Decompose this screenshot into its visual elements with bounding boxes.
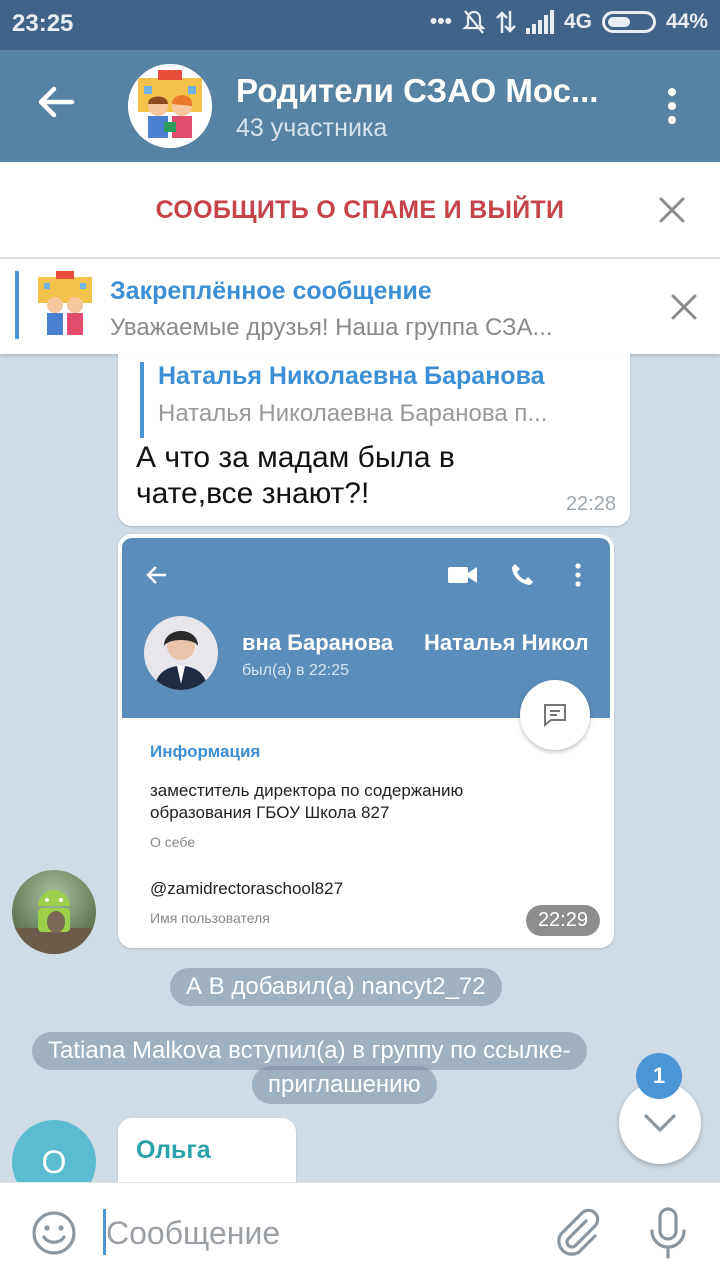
reply-accent-bar (140, 362, 144, 438)
message-time: 22:28 (565, 493, 616, 515)
screenshot-back-icon (146, 566, 166, 584)
screenshot-message-fab (520, 680, 590, 750)
reply-author[interactable]: Наталья Николаевна Баранова (158, 362, 545, 391)
screenshot-video-icon (448, 567, 477, 583)
signal-icon (525, 10, 554, 34)
chat-header: Родители СЗАО Мос... 43 участника (0, 50, 720, 162)
attach-icon[interactable] (552, 1207, 600, 1259)
more-vert-icon[interactable] (660, 86, 684, 126)
mute-icon (462, 10, 486, 34)
status-time: 23:25 (12, 10, 74, 37)
report-spam-button[interactable]: СООБЩИТЬ О СПАМЕ И ВЫЙТИ (0, 196, 720, 225)
back-arrow-icon[interactable] (32, 78, 80, 126)
android-figure-image (12, 890, 96, 954)
service-message: Tatiana Malkova вступил(а) в группу по с… (32, 1032, 587, 1070)
group-avatar[interactable] (128, 64, 212, 148)
data-transfer-icon (496, 11, 516, 33)
battery-icon (601, 11, 656, 33)
pinned-thumbnail (38, 271, 92, 335)
message-input-bar: Сообщение (0, 1182, 720, 1280)
screenshot-avatar (144, 616, 218, 690)
network-type: 4G (563, 10, 592, 33)
service-message: А В добавил(а) nancyt2_72 (170, 968, 502, 1006)
microphone-icon[interactable] (646, 1207, 690, 1259)
status-icons: ••• 4G 44% (430, 9, 708, 35)
message-time: 22:29 (525, 905, 600, 936)
pinned-accent-bar (15, 271, 19, 339)
reply-preview[interactable]: Наталья Николаевна Баранова п... (158, 400, 547, 428)
screenshot-name-fragment: вна Баранова (242, 630, 394, 655)
screenshot-name-fragment-2: Наталья Никол (424, 630, 589, 655)
school-kids-image (128, 64, 212, 148)
unread-count-badge: 1 (636, 1053, 682, 1099)
message-text: А что за мадам была в чате,все знают?! (136, 441, 455, 510)
close-icon[interactable] (658, 196, 686, 224)
sender-avatar[interactable] (12, 870, 96, 954)
screenshot-info-title: Информация (150, 742, 261, 761)
status-bar: 23:25 ••• 4G 44% (0, 0, 720, 50)
screenshot-username-label: Имя пользователя (150, 910, 270, 926)
close-pinned-icon[interactable] (670, 293, 698, 321)
battery-level: 44% (665, 10, 708, 33)
report-spam-bar: СООБЩИТЬ О СПАМЕ И ВЫЙТИ (0, 162, 720, 258)
screenshot-last-seen: был(а) в 22:25 (242, 662, 349, 679)
screenshot-phone-icon (512, 564, 533, 585)
pinned-title: Закреплённое сообщение (110, 277, 432, 305)
emoji-icon[interactable] (30, 1209, 78, 1257)
chevron-down-icon (644, 1114, 676, 1132)
pinned-preview: Уважаемые друзья! Наша группа СЗА... (110, 314, 553, 341)
service-message: приглашению (252, 1066, 437, 1104)
image-message[interactable]: вна Баранова Наталья Никол был(а) в 22:2… (118, 534, 614, 948)
sender-name[interactable]: Ольга (136, 1136, 211, 1165)
screenshot-bio: заместитель директора по содержанию обра… (150, 781, 464, 822)
message-input[interactable]: Сообщение (106, 1215, 280, 1252)
member-count: 43 участника (236, 114, 388, 142)
pinned-message[interactable]: Закреплённое сообщение Уважаемые друзья!… (0, 259, 720, 354)
chat-bubble-icon (544, 704, 566, 728)
more-dots-icon: ••• (429, 10, 452, 33)
screenshot-more-icon (575, 563, 581, 587)
screenshot-username: @zamidrectoraschool827 (150, 879, 344, 898)
message-bubble[interactable]: Наталья Николаевна Баранова Наталья Нико… (118, 354, 630, 526)
screenshot-bio-label: О себе (150, 834, 196, 850)
chat-title[interactable]: Родители СЗАО Мос... (236, 72, 616, 110)
